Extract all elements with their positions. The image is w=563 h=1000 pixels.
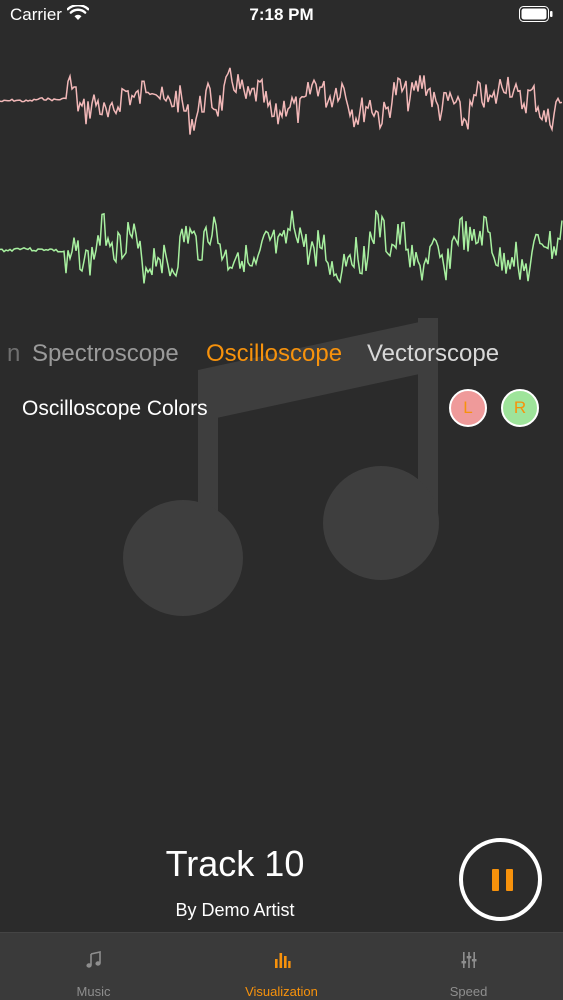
tab-bar: Music Visualization Speed — [0, 932, 563, 1000]
right-color-button[interactable]: R — [501, 389, 539, 427]
left-color-button[interactable]: L — [449, 389, 487, 427]
mode-item-spectroscope[interactable]: Spectroscope — [32, 340, 179, 368]
track-title: Track 10 — [165, 843, 305, 884]
status-time: 7:18 PM — [249, 5, 314, 24]
mode-item-oscilloscope[interactable]: Oscilloscope — [206, 340, 342, 368]
track-artist: By Demo Artist — [175, 900, 295, 920]
pause-icon — [492, 869, 499, 891]
left-color-label: L — [463, 398, 473, 417]
mode-item-vectorscope[interactable]: Vectorscope — [367, 340, 499, 368]
app-screen: Carrier 7:18 PM n Spectroscope Oscillosc… — [0, 0, 563, 1000]
pause-button[interactable] — [459, 838, 542, 921]
music-note-icon — [85, 951, 101, 968]
right-channel-waveform — [0, 210, 563, 284]
tab-speed[interactable]: Speed — [375, 933, 562, 1000]
tab-music[interactable]: Music — [0, 933, 187, 1000]
left-channel-waveform — [0, 67, 563, 135]
battery-icon — [519, 6, 553, 22]
bar-chart-icon — [274, 953, 291, 968]
mode-item-previous[interactable]: n — [7, 340, 20, 368]
oscilloscope-colors-label: Oscilloscope Colors — [22, 397, 208, 420]
tab-music-label: Music — [76, 984, 111, 999]
tab-visualization[interactable]: Visualization — [188, 933, 375, 1000]
tab-visualization-label: Visualization — [245, 984, 318, 999]
visualization-mode-picker[interactable]: n Spectroscope Oscilloscope Vectorscope — [0, 338, 563, 374]
sliders-icon — [461, 952, 476, 968]
pause-icon-bar — [506, 869, 513, 891]
status-bar: Carrier 7:18 PM — [0, 0, 563, 30]
tab-speed-label: Speed — [449, 984, 488, 999]
right-color-label: R — [513, 398, 527, 417]
